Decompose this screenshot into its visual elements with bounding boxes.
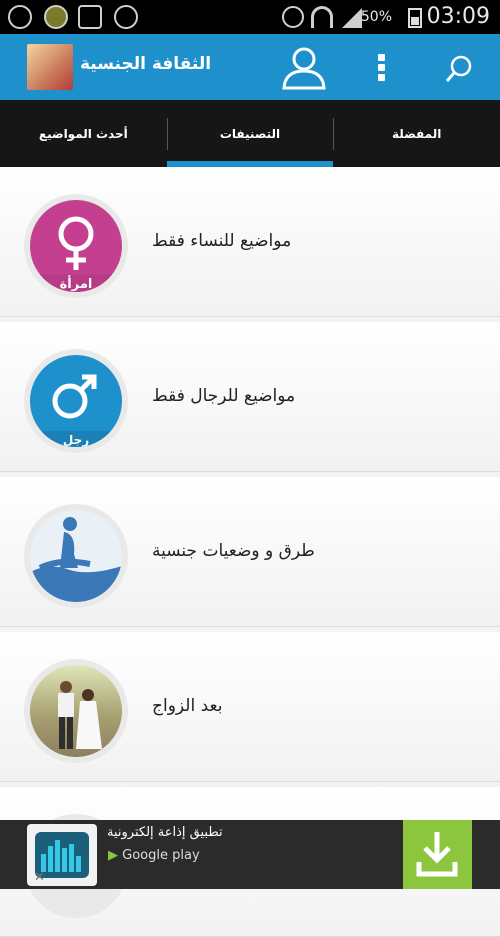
category-women[interactable]: امرأة مواضيع للنساء فقط: [0, 167, 500, 317]
category-label: طرق و وضعيات جنسية: [152, 541, 315, 561]
alarm-icon: [282, 6, 304, 28]
overflow-menu-icon[interactable]: [378, 54, 386, 82]
tab-bar: أحدث المواضيع التصنيفات المفضلة: [0, 100, 500, 167]
search-icon[interactable]: [445, 54, 475, 84]
category-label: مواضيع للرجال فقط: [152, 386, 296, 406]
category-image: امرأة: [24, 194, 128, 298]
tab-latest-topics[interactable]: أحدث المواضيع: [0, 100, 167, 167]
status-bar: 50% 03:09: [0, 0, 500, 34]
app-bar: الثقافة الجنسية: [0, 34, 500, 100]
notification-app-icon: [8, 5, 32, 29]
tab-favorites[interactable]: المفضلة: [333, 100, 500, 167]
shazam-icon: [114, 5, 138, 29]
female-symbol-icon: امرأة: [30, 216, 122, 292]
wifi-icon: [311, 6, 333, 28]
app-title: الثقافة الجنسية: [80, 54, 212, 74]
ad-store-label: ▶ Google play: [108, 848, 200, 863]
tab-label: التصنيفات: [219, 126, 281, 141]
couple-silhouette-icon: [30, 517, 122, 602]
category-badge: امرأة: [60, 275, 93, 292]
ad-download-button[interactable]: [403, 820, 472, 889]
category-after-marriage[interactable]: بعد الزواج: [0, 632, 500, 782]
category-men[interactable]: رجل مواضيع للرجال فقط: [0, 322, 500, 472]
category-image: رجل: [24, 349, 128, 453]
category-positions[interactable]: طرق و وضعيات جنسية: [0, 477, 500, 627]
notification-app-icon: [44, 5, 68, 29]
battery-percent: 50%: [360, 9, 392, 25]
download-icon: [416, 832, 458, 877]
battery-icon: [408, 8, 422, 28]
male-symbol-icon: رجل: [30, 374, 122, 447]
category-label: بعد الزواج: [152, 696, 223, 716]
clock: 03:09: [426, 4, 490, 29]
tab-label: المفضلة: [392, 126, 442, 141]
ad-close-icon[interactable]: ✕: [34, 870, 45, 885]
category-image: [24, 659, 128, 763]
notification-app-icon: [78, 5, 102, 29]
google-play-icon: ▶: [108, 848, 118, 863]
category-badge: رجل: [63, 433, 89, 447]
tab-categories[interactable]: التصنيفات: [166, 100, 334, 167]
ad-title: تطبيق إذاعة إلكترونية: [107, 825, 223, 840]
ad-banner[interactable]: ✕ تطبيق إذاعة إلكترونية ▶ Google play: [0, 820, 500, 889]
app-logo[interactable]: [27, 44, 73, 90]
wedding-couple-photo: [58, 681, 102, 749]
category-label: مواضيع للنساء فقط: [152, 231, 292, 251]
category-image: [24, 504, 128, 608]
tab-label: أحدث المواضيع: [38, 126, 128, 141]
user-profile-icon[interactable]: [281, 44, 327, 90]
signal-icon: [342, 8, 362, 28]
